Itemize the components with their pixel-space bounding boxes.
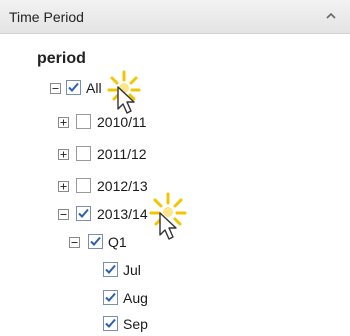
checkbox-icon[interactable] [76,206,91,221]
checkbox-icon[interactable] [88,234,103,249]
tree-node-2011-12[interactable]: 2011/12 [0,146,350,166]
tree-label-jul: Jul [123,262,141,278]
plus-box-icon[interactable] [58,117,69,128]
time-period-panel: Time Period period All 2010/11 2011/12 2… [0,0,350,336]
tree-node-jul[interactable]: Jul [0,262,350,282]
checkbox-icon[interactable] [103,262,118,277]
minus-box-icon[interactable] [58,209,69,220]
tree-node-all[interactable]: All [0,80,350,100]
mouse-pointer-icon [159,212,177,240]
tree-label-2010-11: 2010/11 [97,114,147,130]
plus-box-icon[interactable] [58,149,69,160]
tree-label-aug: Aug [123,290,148,306]
tree-label-sep: Sep [123,316,148,332]
field-title: period [37,50,86,67]
tree-node-sep[interactable]: Sep [0,316,350,336]
mouse-pointer-icon [117,86,135,114]
tree-node-aug[interactable]: Aug [0,290,350,310]
tree-label-q1: Q1 [108,234,127,250]
checkbox-icon[interactable] [103,290,118,305]
minus-box-icon[interactable] [69,237,80,248]
checkbox-icon[interactable] [76,178,91,193]
tree-label-2013-14: 2013/14 [97,206,148,222]
chevron-up-icon[interactable] [324,9,338,23]
panel-header[interactable]: Time Period [0,0,350,34]
plus-box-icon[interactable] [58,181,69,192]
tree-label-all: All [86,80,102,96]
tree-label-2011-12: 2011/12 [97,146,147,162]
minus-box-icon[interactable] [50,83,61,94]
tree-label-2012-13: 2012/13 [97,178,148,194]
panel-title: Time Period [9,9,84,25]
checkbox-icon[interactable] [103,316,118,331]
checkbox-icon[interactable] [66,80,81,95]
tree-node-2010-11[interactable]: 2010/11 [0,114,350,134]
checkbox-icon[interactable] [76,146,91,161]
checkbox-icon[interactable] [76,114,91,129]
